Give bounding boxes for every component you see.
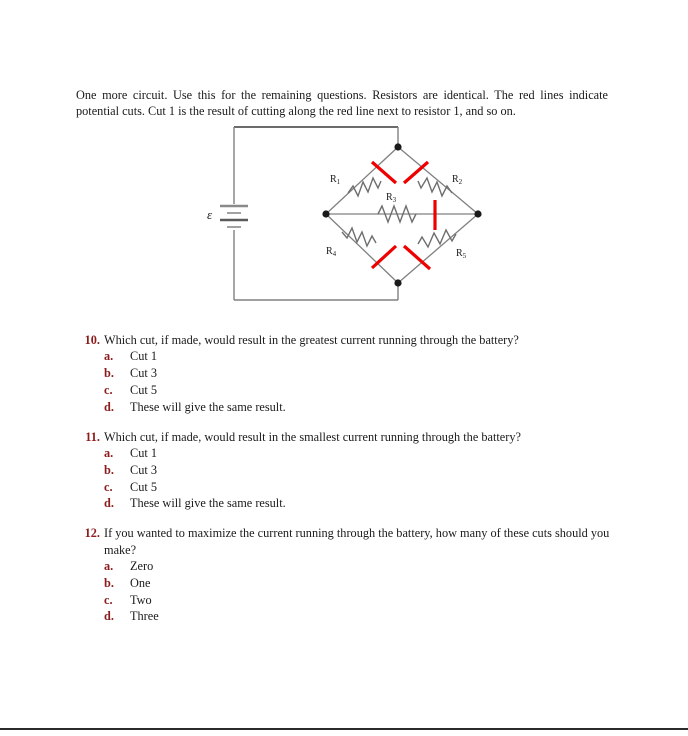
question-12-prompt: If you wanted to maximize the current ru… [104,526,610,557]
question-11: 11. Which cut, if made, would result in … [76,429,616,513]
question-11-prompt: Which cut, if made, would result in the … [104,429,521,444]
choice-12-b[interactable]: b. One [76,575,616,592]
choice-10-b-letter: b. [104,366,114,381]
choice-11-d-letter: d. [104,496,114,511]
choice-11-c-letter: c. [104,479,113,494]
choice-10-d-letter: d. [104,399,114,414]
choice-11-d[interactable]: d. These will give the same result. [76,495,616,512]
choice-10-a-letter: a. [104,349,114,364]
intro-paragraph: One more circuit. Use this for the remai… [76,88,608,118]
question-11-text-row: 11. Which cut, if made, would result in … [76,429,616,445]
cut-mark-1 [370,160,398,185]
choice-10-d[interactable]: d. These will give the same result. [76,399,616,416]
battery-emf-label: ε [207,207,213,222]
cut-mark-2 [402,160,430,185]
choice-10-b-text: Cut 3 [130,366,157,381]
resistor-r3-label: R3 [386,192,397,204]
resistor-r2 [417,176,453,198]
question-12-number: 12. [84,526,100,541]
page-bottom-border [0,728,688,730]
node-bottom [394,279,402,287]
node-top [394,143,402,151]
resistor-r5-label: R5 [456,248,467,260]
choice-10-a-text: Cut 1 [130,349,157,364]
battery-symbol [220,204,248,228]
choice-10-b[interactable]: b. Cut 3 [76,365,616,382]
circuit-diagram-figure: ε R1 R2 R3 R4 R5 [190,120,510,320]
choice-11-b-letter: b. [104,462,114,477]
resistor-r5 [417,228,457,249]
choice-12-d-letter: d. [104,609,114,624]
question-10-text-row: 10. Which cut, if made, would result in … [76,332,616,348]
question-11-number: 11. [85,429,100,444]
question-10-prompt: Which cut, if made, would result in the … [104,333,519,347]
choice-12-c-text: Two [130,592,152,607]
choice-11-b[interactable]: b. Cut 3 [76,462,616,479]
choice-12-a-letter: a. [104,559,114,573]
choice-12-b-letter: b. [104,575,114,590]
node-right [474,210,482,218]
choice-11-d-text: These will give the same result. [130,496,286,511]
choice-11-a[interactable]: a. Cut 1 [76,445,616,462]
choice-10-c[interactable]: c. Cut 5 [76,382,616,399]
question-11-choices: a. Cut 1 b. Cut 3 c. Cut 5 d. These will… [76,445,616,512]
question-12: 12. If you wanted to maximize the curren… [76,525,616,625]
resistor-r4 [341,226,377,248]
choice-12-c[interactable]: c. Two [76,592,616,609]
choice-11-a-letter: a. [104,446,114,460]
choice-11-a-text: Cut 1 [130,446,157,460]
choice-11-c-text: Cut 5 [130,479,157,494]
choice-10-a[interactable]: a. Cut 1 [76,348,616,365]
resistor-r1 [347,176,382,198]
question-10: 10. Which cut, if made, would result in … [76,332,616,416]
choice-12-a-text: Zero [130,559,154,573]
choice-11-c[interactable]: c. Cut 5 [76,479,616,496]
choice-12-c-letter: c. [104,592,113,607]
question-10-choices: a. Cut 1 b. Cut 3 c. Cut 5 d. These will… [76,348,616,415]
questions-list: 10. Which cut, if made, would result in … [76,332,616,638]
resistor-r1-label: R1 [330,174,341,186]
question-12-choices: a. Zero b. One c. Two d. Three [76,558,616,625]
worksheet-page: One more circuit. Use this for the remai… [0,0,688,736]
choice-10-c-letter: c. [104,383,113,397]
choice-10-d-text: These will give the same result. [130,399,286,414]
choice-12-b-text: One [130,575,151,590]
question-12-text-row: 12. If you wanted to maximize the curren… [76,525,616,558]
choice-11-b-text: Cut 3 [130,462,157,477]
cut-mark-5 [402,244,432,271]
node-left [322,210,330,218]
question-10-number: 10. [84,333,100,347]
choice-12-d-text: Three [130,609,159,624]
choice-10-c-text: Cut 5 [130,383,157,397]
resistor-r4-label: R4 [326,246,337,258]
choice-12-a[interactable]: a. Zero [76,558,616,575]
choice-12-d[interactable]: d. Three [76,608,616,625]
cut-mark-4 [370,244,398,270]
resistor-r2-label: R2 [452,174,463,186]
